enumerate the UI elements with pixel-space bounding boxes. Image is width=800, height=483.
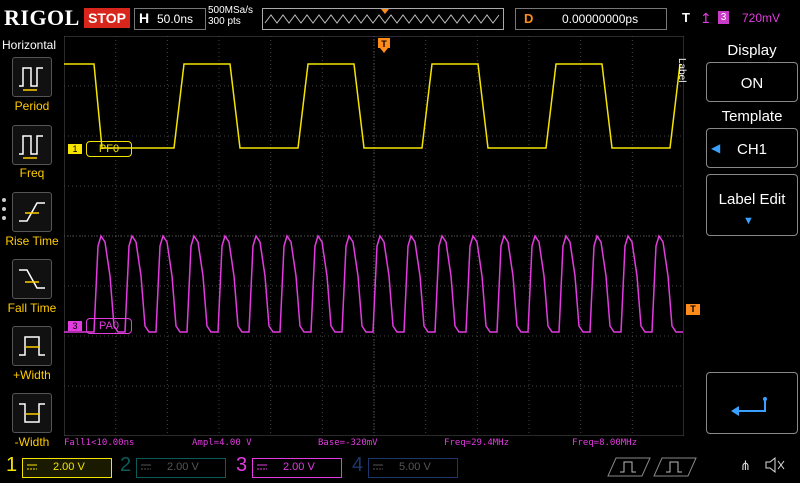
- channel-1-box: 2.00 V: [22, 458, 112, 478]
- trigger-level: 720mV: [742, 11, 781, 25]
- run-stop-indicator[interactable]: STOP: [84, 8, 130, 28]
- delay-value: 0.00000000ps: [562, 12, 639, 26]
- memory-depth: 300 pts: [208, 16, 241, 27]
- channel-1-number: 1: [6, 454, 18, 476]
- channel-3-box: 2.00 V: [252, 458, 342, 478]
- enter-button[interactable]: [706, 372, 798, 434]
- neg-width-label: -Width: [14, 435, 50, 449]
- label-edit-text: Label Edit: [718, 191, 786, 208]
- channel-3-scale: 2.00 V: [283, 461, 315, 473]
- acquisition-info: 500MSa/s 300 pts: [208, 5, 253, 27]
- channel-3-number: 3: [236, 454, 248, 476]
- ch3-label-tag[interactable]: PA0: [86, 318, 132, 334]
- trigger-label: T: [682, 10, 690, 25]
- memory-overview-bar[interactable]: [262, 8, 504, 30]
- menu-title: Horizontal: [2, 38, 57, 52]
- channel-2-scale: 2.00 V: [167, 461, 199, 473]
- measure-ampl: Ampl=4.00 V: [192, 438, 252, 448]
- display-title: Display: [727, 42, 777, 59]
- delay-label: D: [524, 11, 534, 26]
- measure-freq-1: Freq=29.4MHz: [444, 438, 510, 448]
- period-icon: [19, 67, 43, 91]
- dc-coupling-icon: [141, 464, 151, 470]
- brand-logo: RIGOL: [4, 5, 80, 30]
- pos-width-label: +Width: [13, 368, 51, 382]
- dc-coupling-icon: [373, 464, 383, 470]
- neg-width-icon: [19, 403, 45, 423]
- measure-base: Base=-320mV: [318, 438, 378, 448]
- top-status-bar: RIGOL STOP H 50.0ns 500MSa/s 300 pts D 0…: [0, 0, 800, 36]
- waveform-grid: [63, 35, 685, 437]
- ch1-marker[interactable]: 1: [68, 144, 82, 154]
- period-button[interactable]: [12, 57, 52, 97]
- page-indicator-dots: [2, 198, 6, 225]
- measure-fall: Fall1<10.00ns: [64, 438, 135, 448]
- memory-overview-waveform-icon: [264, 9, 500, 24]
- template-select[interactable]: ◀ CH1: [706, 128, 798, 168]
- channel-2-number: 2: [120, 454, 132, 476]
- sample-rate: 500MSa/s: [208, 5, 254, 16]
- delay-box[interactable]: D 0.00000000ps: [515, 8, 667, 30]
- rise-time-icon: [19, 202, 45, 222]
- svg-text:T: T: [381, 39, 387, 49]
- chevron-down-icon: ▼: [743, 215, 754, 227]
- bus-decode-icon: [607, 457, 697, 477]
- decoder-buttons[interactable]: [606, 456, 698, 478]
- dc-coupling-icon: [27, 464, 37, 470]
- neg-width-button[interactable]: [12, 393, 52, 433]
- enter-return-icon: [731, 397, 767, 416]
- trigger-position-marker[interactable]: T: [378, 38, 390, 54]
- channel-4-number: 4: [352, 454, 364, 476]
- freq-label: Freq: [19, 166, 45, 180]
- fall-time-icon: [19, 269, 45, 289]
- timebase-label: H: [139, 10, 150, 26]
- rise-time-label: Rise Time: [5, 234, 59, 248]
- channel-1-scale: 2.00 V: [53, 461, 85, 473]
- pos-width-button[interactable]: [12, 326, 52, 366]
- rising-edge-icon: ↥: [700, 10, 712, 26]
- label-edit-button[interactable]: Label Edit ▼: [706, 174, 798, 236]
- template-value: CH1: [736, 141, 767, 158]
- template-title: Template: [721, 108, 783, 125]
- display-toggle[interactable]: ON: [706, 62, 798, 102]
- channel-2-box: 2.00 V: [136, 458, 226, 478]
- timebase-value: 50.0ns: [157, 12, 194, 26]
- period-label: Period: [14, 99, 50, 113]
- fall-time-label: Fall Time: [7, 301, 57, 315]
- freq-icon: [19, 135, 43, 159]
- channel-4-scale: 5.00 V: [399, 461, 431, 473]
- measurement-strip: Fall1<10.00ns Ampl=4.00 V Base=-320mV Fr…: [64, 437, 684, 451]
- ch1-label-tag[interactable]: PF0: [86, 141, 132, 157]
- waveform-display[interactable]: [63, 35, 685, 437]
- trigger-box[interactable]: T ↥ 3 720mV: [676, 8, 796, 28]
- usb-icon: ⋔: [740, 458, 751, 473]
- timebase-box[interactable]: H 50.0ns: [134, 8, 206, 30]
- pos-width-icon: [19, 336, 45, 356]
- channel-4-box: 5.00 V: [368, 458, 458, 478]
- fall-time-button[interactable]: [12, 259, 52, 299]
- trigger-source: 3: [718, 11, 729, 24]
- trigger-level-marker[interactable]: T: [686, 304, 700, 315]
- dc-coupling-icon: [257, 464, 267, 470]
- rise-time-button[interactable]: [12, 192, 52, 232]
- measure-freq-2: Freq=8.00MHz: [572, 438, 638, 448]
- trigger-position-icon: T: [378, 38, 390, 53]
- display-value: ON: [740, 75, 764, 92]
- speaker-muted-icon[interactable]: [764, 456, 786, 474]
- ch3-marker[interactable]: 3: [68, 321, 82, 331]
- freq-button[interactable]: [12, 125, 52, 165]
- menu-side-label: Label: [676, 58, 687, 83]
